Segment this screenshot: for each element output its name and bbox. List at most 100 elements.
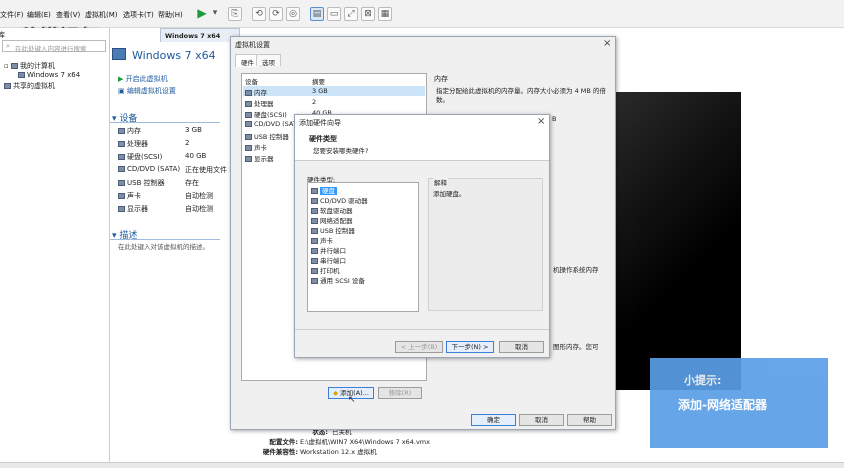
usb-icon xyxy=(245,134,252,140)
device-name: 硬盘(SCSI) xyxy=(254,111,287,119)
device-name: USB 控制器 xyxy=(127,179,165,187)
menu-tabs[interactable]: 选项卡(T) xyxy=(123,10,154,20)
close-icon[interactable]: × xyxy=(603,38,611,49)
tip-title: 小提示: xyxy=(684,374,722,387)
help-button[interactable]: 帮助 xyxy=(567,414,612,426)
search-icon: ⌕ xyxy=(6,42,10,50)
remove-hardware-button[interactable]: 移除(R) xyxy=(378,387,422,399)
hw-item-parallel-port[interactable]: 并行端口 xyxy=(311,245,346,255)
column-summary: 摘要 xyxy=(312,78,325,86)
memory-note-fragment: 机操作系统内存 xyxy=(553,266,599,274)
revert-icon[interactable]: ⟳ xyxy=(269,7,283,21)
usb-icon xyxy=(311,228,318,234)
unity-icon[interactable]: ⊠ xyxy=(361,7,375,21)
hw-item-serial-port[interactable]: 串行端口 xyxy=(311,255,346,265)
hw-item-hard-disk[interactable]: 硬盘 xyxy=(311,185,337,195)
hw-item-sound-card[interactable]: 声卡 xyxy=(311,235,333,245)
shield-icon: ◆ xyxy=(333,389,339,397)
memory-description: 指定分配给此虚拟机的内存量。内存大小必须为 4 MB 的倍数。 xyxy=(436,87,606,104)
snapshot-manager-icon[interactable]: ◎ xyxy=(286,7,300,21)
device-name: USB 控制器 xyxy=(254,133,289,141)
fullscreen-icon[interactable]: ⤢ xyxy=(344,7,358,21)
tree-vm-label: Windows 7 x64 xyxy=(27,71,81,79)
add-hardware-wizard-dialog: 添加硬件向导 × 硬件类型 您要安装哪类硬件? 硬件类型: 硬盘 CD/DVD … xyxy=(294,114,550,358)
floppy-icon xyxy=(311,208,318,214)
vm-preview-screen[interactable] xyxy=(613,92,741,390)
parallel-port-icon xyxy=(311,248,318,254)
explanation-text: 添加硬盘。 xyxy=(433,190,466,198)
explanation-label: 解释 xyxy=(433,177,448,187)
edit-settings-link[interactable]: ▣ 编辑虚拟机设置 xyxy=(118,86,176,96)
device-value: 3 GB xyxy=(185,126,202,134)
cd-dvd-icon xyxy=(311,198,318,204)
close-icon[interactable]: × xyxy=(537,116,545,127)
device-value: 40 GB xyxy=(185,152,207,160)
tip-overlay: 小提示: 添加-网络适配器 xyxy=(650,358,828,448)
power-on-icon[interactable]: ▶ xyxy=(195,7,209,21)
back-button[interactable]: < 上一步(B) xyxy=(395,341,443,353)
hw-item-floppy[interactable]: 软盘驱动器 xyxy=(311,205,353,215)
detail-label: 配置文件: xyxy=(269,438,298,446)
hardware-type-list[interactable]: 硬盘 CD/DVD 驱动器 软盘驱动器 网络适配器 USB 控制器 声卡 并行端… xyxy=(307,182,419,312)
menu-edit[interactable]: 编辑(E) xyxy=(27,10,51,20)
menu-vm[interactable]: 虚拟机(M) xyxy=(85,10,118,20)
menu-bar: 文件(F) 编辑(E) 查看(V) 虚拟机(M) 选项卡(T) 帮助(H) ▶ … xyxy=(0,0,844,28)
hw-item-printer[interactable]: 打印机 xyxy=(311,265,340,275)
menu-view[interactable]: 查看(V) xyxy=(56,10,80,20)
device-name: 显示器 xyxy=(127,205,148,213)
send-keys-icon[interactable]: ⎘ xyxy=(228,7,242,21)
description-field[interactable]: 在此处键入对该虚拟机的描述。 xyxy=(118,241,209,251)
cd-dvd-icon xyxy=(245,121,252,127)
hw-item-label: CD/DVD 驱动器 xyxy=(320,197,368,205)
hw-item-cd-dvd[interactable]: CD/DVD 驱动器 xyxy=(311,195,368,205)
ok-button[interactable]: 确定 xyxy=(471,414,516,426)
dropdown-icon[interactable]: ▾ xyxy=(208,7,222,21)
device-name: 处理器 xyxy=(254,100,274,108)
wizard-header: 硬件类型 您要安装哪类硬件? xyxy=(295,129,549,161)
processor-icon xyxy=(118,141,125,147)
collapse-icon[interactable]: ▫ xyxy=(4,62,9,70)
processor-icon xyxy=(245,101,252,107)
snapshot-icon[interactable]: ⟲ xyxy=(252,7,266,21)
divider xyxy=(295,329,549,330)
hw-item-label: 声卡 xyxy=(320,237,333,245)
menu-file[interactable]: 文件(F) xyxy=(0,10,24,20)
hw-item-label: 通用 SCSI 设备 xyxy=(320,277,365,285)
device-value: 3 GB xyxy=(312,87,328,95)
power-on-link[interactable]: ▶ 开启此虚拟机 xyxy=(118,74,168,84)
device-name: 声卡 xyxy=(254,144,267,152)
hw-item-usb[interactable]: USB 控制器 xyxy=(311,225,355,235)
console-view-icon[interactable]: ▭ xyxy=(327,7,341,21)
shared-icon xyxy=(4,83,11,89)
thumbnail-icon[interactable]: ▦ xyxy=(378,7,392,21)
device-value: 自动检测 xyxy=(185,205,213,213)
tip-text: 添加-网络适配器 xyxy=(678,398,767,412)
library-view-icon[interactable]: ▤ xyxy=(310,7,324,21)
search-placeholder: 在此处键入内容进行搜索 xyxy=(15,45,87,53)
hard-disk-icon xyxy=(118,154,125,160)
wizard-cancel-button[interactable]: 取消 xyxy=(499,341,544,353)
tree-vm-win7[interactable]: Windows 7 x64 xyxy=(18,71,80,79)
tab-vm-win7[interactable]: Windows 7 x64 xyxy=(160,28,240,42)
detail-label: 硬件兼容性: xyxy=(262,448,298,456)
device-name: 内存 xyxy=(127,127,141,135)
menu-help[interactable]: 帮助(H) xyxy=(158,10,183,20)
hw-item-scsi[interactable]: 通用 SCSI 设备 xyxy=(311,275,365,285)
tree-my-computer-label: 我的计算机 xyxy=(19,62,55,70)
library-panel: 库 ⌕ 在此处键入内容进行搜索 ▫ 我的计算机 Windows 7 x64 共享… xyxy=(0,28,110,468)
power-on-label: 开启此虚拟机 xyxy=(125,75,168,83)
network-icon xyxy=(311,218,318,224)
tab-options[interactable]: 选项 xyxy=(256,54,281,67)
hw-item-network-adapter[interactable]: 网络适配器 xyxy=(311,215,353,225)
next-button[interactable]: 下一步(N) > xyxy=(446,341,494,353)
cancel-button[interactable]: 取消 xyxy=(519,414,564,426)
tree-my-computer[interactable]: ▫ 我的计算机 xyxy=(4,61,55,71)
memory-icon xyxy=(245,90,252,96)
vm-icon xyxy=(18,72,25,78)
detail-value: E:\虚拟机\WIN7 X64\Windows 7 x64.vmx xyxy=(300,438,430,446)
hw-item-label: 打印机 xyxy=(320,267,340,275)
hard-disk-icon xyxy=(311,188,318,194)
library-search-input[interactable]: ⌕ 在此处键入内容进行搜索 xyxy=(2,40,106,53)
tree-shared-vms[interactable]: 共享的虚拟机 xyxy=(4,81,55,91)
device-value: 自动检测 xyxy=(185,192,213,200)
